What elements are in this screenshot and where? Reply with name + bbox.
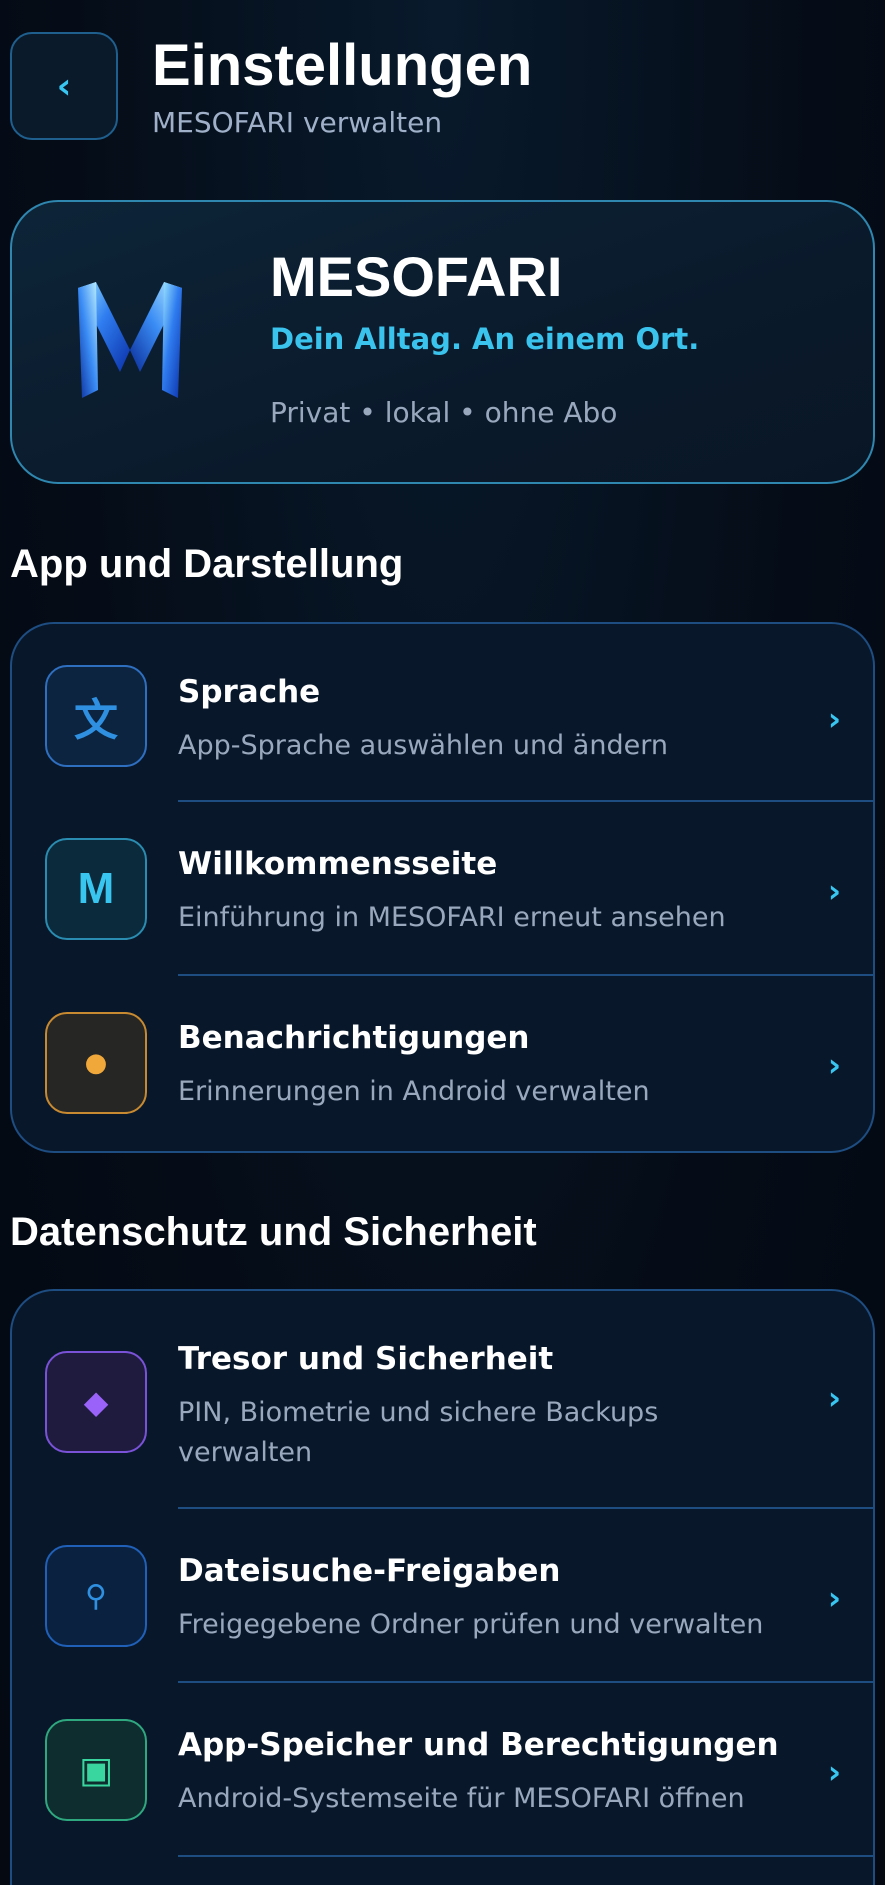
setting-title: Dateisuche-Freigaben [178, 1553, 561, 1589]
setting-row-vault[interactable]: ◆ Tresor und Sicherheit PIN, Biometrie u… [12, 1291, 873, 1507]
setting-title: Sprache [178, 674, 321, 710]
settings-card-privacy: ◆ Tresor und Sicherheit PIN, Biometrie u… [10, 1289, 875, 1885]
page-subtitle: MESOFARI verwalten [152, 106, 443, 139]
setting-row-notifications[interactable]: ● Benachrichtigungen Erinnerungen in And… [12, 976, 873, 1151]
app-info-card: MESOFARI Dein Alltag. An einem Ort. Priv… [10, 200, 875, 484]
chevron-left-icon: ‹ [56, 65, 72, 107]
welcome-m-icon: M [45, 838, 147, 940]
storage-icon: ▣ [45, 1719, 147, 1821]
diamond-icon: ◆ [45, 1351, 147, 1453]
translate-icon: 文 [45, 665, 147, 767]
chevron-right-icon: › [827, 1379, 841, 1417]
search-icon: ⚲ [45, 1545, 147, 1647]
setting-description: Einführung in MESOFARI erneut ansehen [178, 902, 726, 933]
setting-title: Benachrichtigungen [178, 1020, 530, 1056]
chevron-right-icon: › [827, 700, 841, 738]
setting-description: Android-Systemseite für MESOFARI öffnen [178, 1783, 745, 1814]
app-tagline: Dein Alltag. An einem Ort. [270, 322, 700, 356]
back-button[interactable]: ‹ [10, 32, 118, 140]
settings-card-app: 文 Sprache App-Sprache auswählen und ände… [10, 622, 875, 1153]
chevron-right-icon: › [827, 872, 841, 910]
section-title-privacy: Datenschutz und Sicherheit [10, 1210, 537, 1254]
setting-description: PIN, Biometrie und sichere Backups verwa… [178, 1397, 659, 1468]
page-title: Einstellungen [152, 33, 533, 98]
setting-title: Willkommensseite [178, 846, 498, 882]
setting-description: Freigegebene Ordner prüfen und verwalten [178, 1609, 764, 1640]
section-title-app: App und Darstellung [10, 542, 404, 586]
mesofari-logo [78, 282, 182, 398]
app-meta: Privat • lokal • ohne Abo [270, 396, 618, 429]
setting-row-file-search[interactable]: ⚲ Dateisuche-Freigaben Freigegebene Ordn… [12, 1509, 873, 1681]
chevron-right-icon: › [827, 1046, 841, 1084]
notification-dot-icon: ● [45, 1012, 147, 1114]
setting-title: Tresor und Sicherheit [178, 1341, 554, 1377]
setting-description: Erinnerungen in Android verwalten [178, 1076, 650, 1107]
setting-row-language[interactable]: 文 Sprache App-Sprache auswählen und ände… [12, 624, 873, 800]
app-name: MESOFARI [270, 245, 563, 308]
setting-title: App-Speicher und Berechtigungen [178, 1727, 779, 1763]
setting-description: App-Sprache auswählen und ändern [178, 730, 668, 761]
chevron-right-icon: › [827, 1753, 841, 1791]
chevron-right-icon: › [827, 1579, 841, 1617]
header: ‹ Einstellungen MESOFARI verwalten [10, 32, 870, 152]
row-divider [178, 1855, 873, 1857]
setting-row-welcome[interactable]: M Willkommensseite Einführung in MESOFAR… [12, 802, 873, 974]
setting-row-storage[interactable]: ▣ App-Speicher und Berechtigungen Androi… [12, 1683, 873, 1855]
